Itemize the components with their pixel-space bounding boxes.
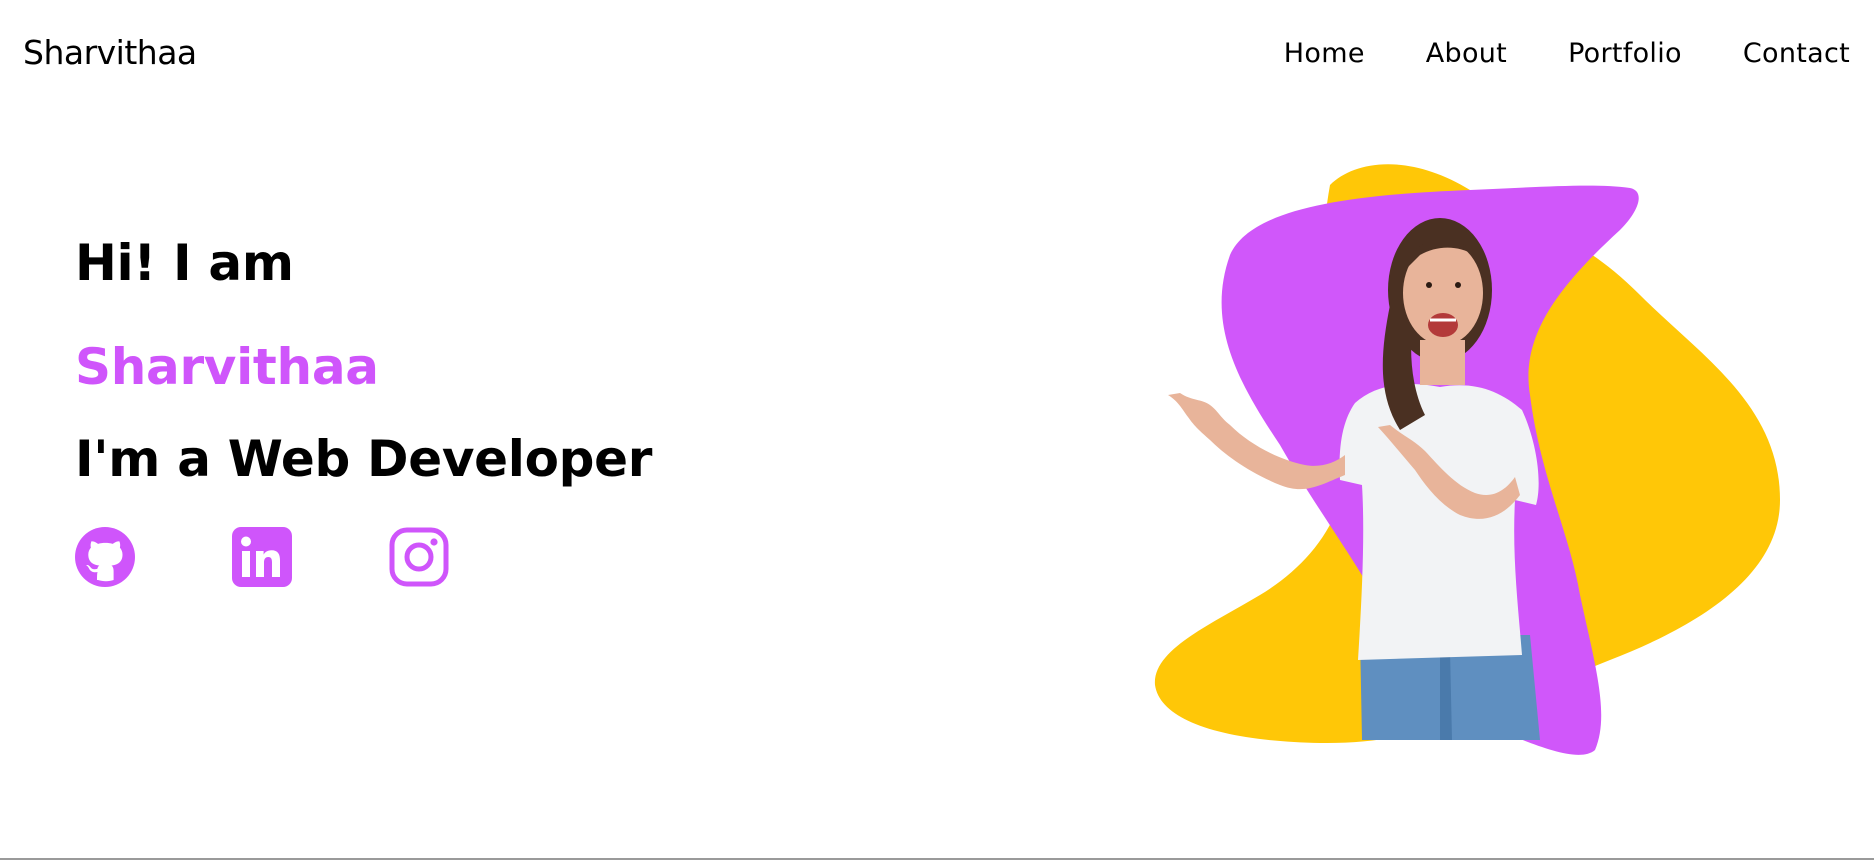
nav-home-link[interactable]: Home	[1284, 34, 1365, 74]
nav-about-link[interactable]: About	[1426, 34, 1507, 74]
github-link[interactable]	[75, 527, 135, 587]
person-shirt-shape	[1339, 383, 1539, 660]
nav-portfolio-link[interactable]: Portfolio	[1568, 34, 1682, 74]
hero-name: Sharvithaa	[75, 338, 379, 396]
portfolio-page: Sharvithaa Home About Portfolio Contact …	[0, 0, 1874, 860]
hero-section: Hi! I am Sharvithaa I'm a Web Developer	[75, 225, 652, 587]
nav-contact-link[interactable]: Contact	[1743, 34, 1850, 74]
instagram-link[interactable]	[389, 527, 449, 587]
hero-role: I'm a Web Developer	[75, 430, 653, 488]
github-icon	[75, 527, 135, 587]
brand-logo-link[interactable]: Sharvithaa	[23, 33, 197, 73]
main-nav: Home About Portfolio Contact	[1284, 34, 1850, 74]
instagram-icon	[389, 527, 449, 587]
hero-illustration-svg	[1154, 164, 1780, 755]
social-links	[75, 527, 652, 587]
linkedin-icon	[232, 527, 292, 587]
linkedin-link[interactable]	[232, 527, 292, 587]
hero-illustration	[1140, 155, 1800, 765]
site-header: Sharvithaa Home About Portfolio Contact	[0, 0, 1874, 110]
hero-greeting: Hi! I am	[75, 234, 294, 292]
